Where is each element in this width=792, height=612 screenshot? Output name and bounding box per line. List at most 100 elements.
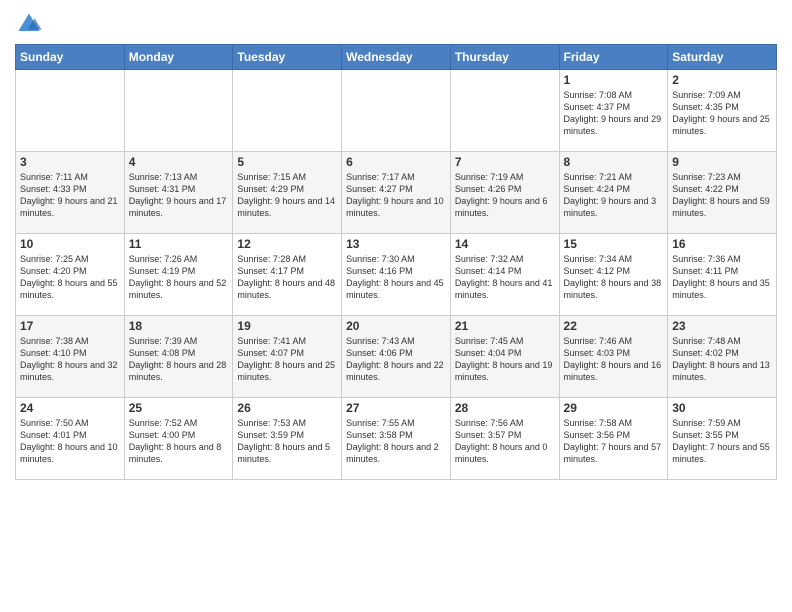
day-info: Sunrise: 7:15 AM Sunset: 4:29 PM Dayligh…: [237, 171, 337, 220]
weekday-header-monday: Monday: [124, 45, 233, 70]
day-info: Sunrise: 7:21 AM Sunset: 4:24 PM Dayligh…: [564, 171, 664, 220]
day-number: 13: [346, 237, 446, 251]
day-number: 15: [564, 237, 664, 251]
day-info: Sunrise: 7:13 AM Sunset: 4:31 PM Dayligh…: [129, 171, 229, 220]
calendar-cell: 4 Sunrise: 7:13 AM Sunset: 4:31 PM Daylig…: [124, 152, 233, 234]
day-number: 10: [20, 237, 120, 251]
day-info: Sunrise: 7:11 AM Sunset: 4:33 PM Dayligh…: [20, 171, 120, 220]
weekday-header-friday: Friday: [559, 45, 668, 70]
day-number: 18: [129, 319, 229, 333]
day-number: 17: [20, 319, 120, 333]
day-number: 21: [455, 319, 555, 333]
day-number: 28: [455, 401, 555, 415]
weekday-header-sunday: Sunday: [16, 45, 125, 70]
calendar-cell: 11 Sunrise: 7:26 AM Sunset: 4:19 PM Dayli…: [124, 234, 233, 316]
calendar-cell: 10 Sunrise: 7:25 AM Sunset: 4:20 PM Dayli…: [16, 234, 125, 316]
day-info: Sunrise: 7:50 AM Sunset: 4:01 PM Dayligh…: [20, 417, 120, 466]
calendar-cell: [233, 70, 342, 152]
day-number: 25: [129, 401, 229, 415]
day-info: Sunrise: 7:53 AM Sunset: 3:59 PM Dayligh…: [237, 417, 337, 466]
day-number: 23: [672, 319, 772, 333]
day-info: Sunrise: 7:26 AM Sunset: 4:19 PM Dayligh…: [129, 253, 229, 302]
weekday-header-saturday: Saturday: [668, 45, 777, 70]
day-info: Sunrise: 7:32 AM Sunset: 4:14 PM Dayligh…: [455, 253, 555, 302]
week-row-5: 24 Sunrise: 7:50 AM Sunset: 4:01 PM Dayli…: [16, 398, 777, 480]
day-info: Sunrise: 7:39 AM Sunset: 4:08 PM Dayligh…: [129, 335, 229, 384]
calendar-cell: 23 Sunrise: 7:48 AM Sunset: 4:02 PM Dayli…: [668, 316, 777, 398]
day-info: Sunrise: 7:46 AM Sunset: 4:03 PM Dayligh…: [564, 335, 664, 384]
day-number: 11: [129, 237, 229, 251]
calendar-cell: 20 Sunrise: 7:43 AM Sunset: 4:06 PM Dayli…: [342, 316, 451, 398]
calendar-cell: 17 Sunrise: 7:38 AM Sunset: 4:10 PM Dayli…: [16, 316, 125, 398]
calendar-body: 1 Sunrise: 7:08 AM Sunset: 4:37 PM Daylig…: [16, 70, 777, 480]
week-row-3: 10 Sunrise: 7:25 AM Sunset: 4:20 PM Dayli…: [16, 234, 777, 316]
calendar-cell: [450, 70, 559, 152]
day-info: Sunrise: 7:38 AM Sunset: 4:10 PM Dayligh…: [20, 335, 120, 384]
day-number: 19: [237, 319, 337, 333]
day-info: Sunrise: 7:23 AM Sunset: 4:22 PM Dayligh…: [672, 171, 772, 220]
calendar-cell: 2Sunrise: 7:09 AM Sunset: 4:35 PM Daylig…: [668, 70, 777, 152]
day-number: 29: [564, 401, 664, 415]
calendar-cell: 16 Sunrise: 7:36 AM Sunset: 4:11 PM Dayli…: [668, 234, 777, 316]
day-info: Sunrise: 7:28 AM Sunset: 4:17 PM Dayligh…: [237, 253, 337, 302]
day-info: Sunrise: 7:48 AM Sunset: 4:02 PM Dayligh…: [672, 335, 772, 384]
day-number: 1: [564, 73, 664, 87]
day-info: Sunrise: 7:25 AM Sunset: 4:20 PM Dayligh…: [20, 253, 120, 302]
calendar: SundayMondayTuesdayWednesdayThursdayFrid…: [15, 44, 777, 480]
calendar-cell: 1 Sunrise: 7:08 AM Sunset: 4:37 PM Daylig…: [559, 70, 668, 152]
weekday-header-wednesday: Wednesday: [342, 45, 451, 70]
day-number: 12: [237, 237, 337, 251]
weekday-header-tuesday: Tuesday: [233, 45, 342, 70]
day-info: Sunrise: 7:36 AM Sunset: 4:11 PM Dayligh…: [672, 253, 772, 302]
day-number: 24: [20, 401, 120, 415]
day-info: Sunrise: 7:55 AM Sunset: 3:58 PM Dayligh…: [346, 417, 446, 466]
logo: [15, 10, 47, 38]
calendar-cell: [16, 70, 125, 152]
week-row-4: 17 Sunrise: 7:38 AM Sunset: 4:10 PM Dayli…: [16, 316, 777, 398]
calendar-cell: 26 Sunrise: 7:53 AM Sunset: 3:59 PM Dayli…: [233, 398, 342, 480]
day-info: Sunrise: 7:30 AM Sunset: 4:16 PM Dayligh…: [346, 253, 446, 302]
day-info: Sunrise: 7:17 AM Sunset: 4:27 PM Dayligh…: [346, 171, 446, 220]
calendar-cell: 3 Sunrise: 7:11 AM Sunset: 4:33 PM Daylig…: [16, 152, 125, 234]
day-info: Sunrise: 7:56 AM Sunset: 3:57 PM Dayligh…: [455, 417, 555, 466]
weekday-row: SundayMondayTuesdayWednesdayThursdayFrid…: [16, 45, 777, 70]
calendar-cell: 25 Sunrise: 7:52 AM Sunset: 4:00 PM Dayli…: [124, 398, 233, 480]
day-info: Sunrise: 7:52 AM Sunset: 4:00 PM Dayligh…: [129, 417, 229, 466]
calendar-cell: 22Sunrise: 7:46 AM Sunset: 4:03 PM Dayli…: [559, 316, 668, 398]
day-number: 3: [20, 155, 120, 169]
calendar-cell: 21 Sunrise: 7:45 AM Sunset: 4:04 PM Dayli…: [450, 316, 559, 398]
calendar-cell: 14 Sunrise: 7:32 AM Sunset: 4:14 PM Dayli…: [450, 234, 559, 316]
day-number: 5: [237, 155, 337, 169]
calendar-cell: 8Sunrise: 7:21 AM Sunset: 4:24 PM Daylig…: [559, 152, 668, 234]
day-info: Sunrise: 7:59 AM Sunset: 3:55 PM Dayligh…: [672, 417, 772, 466]
calendar-cell: 7Sunrise: 7:19 AM Sunset: 4:26 PM Daylig…: [450, 152, 559, 234]
day-info: Sunrise: 7:19 AM Sunset: 4:26 PM Dayligh…: [455, 171, 555, 220]
day-info: Sunrise: 7:43 AM Sunset: 4:06 PM Dayligh…: [346, 335, 446, 384]
day-number: 16: [672, 237, 772, 251]
header: [15, 10, 777, 38]
day-info: Sunrise: 7:08 AM Sunset: 4:37 PM Dayligh…: [564, 89, 664, 138]
logo-icon: [15, 10, 43, 38]
calendar-cell: 24 Sunrise: 7:50 AM Sunset: 4:01 PM Dayli…: [16, 398, 125, 480]
weekday-header-thursday: Thursday: [450, 45, 559, 70]
day-info: Sunrise: 7:41 AM Sunset: 4:07 PM Dayligh…: [237, 335, 337, 384]
day-number: 4: [129, 155, 229, 169]
day-number: 27: [346, 401, 446, 415]
calendar-cell: 9 Sunrise: 7:23 AM Sunset: 4:22 PM Daylig…: [668, 152, 777, 234]
calendar-cell: 5 Sunrise: 7:15 AM Sunset: 4:29 PM Daylig…: [233, 152, 342, 234]
day-number: 26: [237, 401, 337, 415]
day-number: 6: [346, 155, 446, 169]
calendar-cell: 13 Sunrise: 7:30 AM Sunset: 4:16 PM Dayli…: [342, 234, 451, 316]
calendar-header: SundayMondayTuesdayWednesdayThursdayFrid…: [16, 45, 777, 70]
calendar-cell: [124, 70, 233, 152]
calendar-cell: 18 Sunrise: 7:39 AM Sunset: 4:08 PM Dayli…: [124, 316, 233, 398]
day-info: Sunrise: 7:58 AM Sunset: 3:56 PM Dayligh…: [564, 417, 664, 466]
calendar-cell: 19 Sunrise: 7:41 AM Sunset: 4:07 PM Dayli…: [233, 316, 342, 398]
day-number: 9: [672, 155, 772, 169]
day-number: 30: [672, 401, 772, 415]
day-info: Sunrise: 7:45 AM Sunset: 4:04 PM Dayligh…: [455, 335, 555, 384]
day-number: 20: [346, 319, 446, 333]
day-info: Sunrise: 7:34 AM Sunset: 4:12 PM Dayligh…: [564, 253, 664, 302]
day-number: 14: [455, 237, 555, 251]
calendar-cell: 28 Sunrise: 7:56 AM Sunset: 3:57 PM Dayli…: [450, 398, 559, 480]
